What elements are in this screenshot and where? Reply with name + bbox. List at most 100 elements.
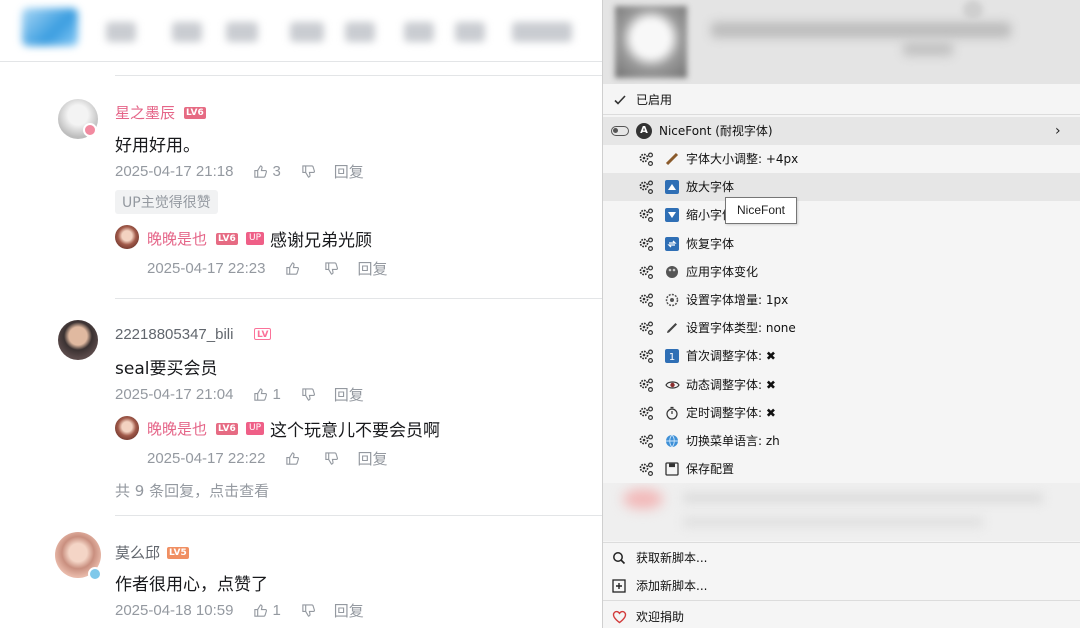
- reply-username[interactable]: 晚晚是也: [147, 418, 207, 439]
- reply-button[interactable]: 回复: [357, 448, 387, 469]
- command-gear-icon: [638, 207, 655, 224]
- avatar[interactable]: [58, 320, 98, 360]
- timer-icon: [664, 405, 680, 421]
- menu-separator: [603, 114, 1080, 115]
- dislike-button[interactable]: [324, 451, 339, 466]
- menu-item[interactable]: 设置字体增量: 1px: [603, 286, 1080, 314]
- menu-item[interactable]: 切换菜单语言: zh: [603, 427, 1080, 455]
- like-button[interactable]: 1: [253, 602, 281, 619]
- nav-item[interactable]: [290, 22, 324, 42]
- get-scripts-item[interactable]: 获取新脚本...: [603, 544, 1080, 572]
- thumb-up-icon: [286, 452, 300, 465]
- search-icon: [612, 551, 626, 568]
- thumb-down-icon: [325, 452, 339, 465]
- toggle-switch-icon[interactable]: [611, 126, 629, 136]
- like-button[interactable]: [285, 261, 300, 276]
- menu-item[interactable]: 恢复字体: [603, 230, 1080, 258]
- reply-meta: 2025-04-17 22:22 回复: [147, 448, 387, 469]
- divider: [115, 298, 602, 299]
- menu-item[interactable]: 1 首次调整字体: ✖: [603, 342, 1080, 370]
- comment-text: seal要买会员: [115, 359, 218, 379]
- thumb-down-icon: [302, 388, 315, 401]
- menu-item[interactable]: 字体大小调整: +4px: [603, 145, 1080, 173]
- like-button[interactable]: 1: [253, 386, 281, 403]
- level-badge: LV: [254, 328, 272, 340]
- menu-item[interactable]: 保存配置: [603, 455, 1080, 483]
- menu-item-label: 设置字体增量: 1px: [686, 293, 789, 307]
- up-arrow-icon: [664, 179, 680, 195]
- comment-text: 好用好用。: [115, 136, 200, 156]
- avatar[interactable]: [115, 416, 139, 440]
- view-more-replies-link[interactable]: 共 9 条回复，点击查看: [115, 480, 269, 501]
- like-button[interactable]: 3: [253, 163, 281, 180]
- nav-item[interactable]: [345, 22, 375, 42]
- reply-time: 2025-04-17 22:22: [147, 450, 266, 467]
- header-subtitle: [903, 42, 953, 56]
- settings-icon: [664, 292, 680, 308]
- menu-item[interactable]: 放大字体: [603, 173, 1080, 202]
- reply-meta: 2025-04-17 22:23 回复: [147, 258, 387, 279]
- comment-username[interactable]: 莫么邱: [115, 542, 160, 563]
- reply-button[interactable]: 回复: [334, 600, 364, 621]
- command-gear-icon: [638, 151, 655, 168]
- comment-username[interactable]: 22218805347_bili: [115, 326, 233, 343]
- menu-item[interactable]: 应用字体变化: [603, 258, 1080, 286]
- dislike-button[interactable]: [301, 603, 316, 618]
- command-gear-icon: [638, 405, 655, 422]
- donate-label: 欢迎捐助: [636, 610, 685, 624]
- reply-button[interactable]: 回复: [334, 384, 364, 405]
- site-logo[interactable]: [22, 8, 78, 46]
- menu-item[interactable]: 定时调整字体: ✖: [603, 399, 1080, 427]
- menu-item[interactable]: 缩小字体: [603, 201, 1080, 229]
- command-gear-icon: [638, 264, 655, 281]
- avatar[interactable]: [115, 225, 139, 249]
- reply-button[interactable]: 回复: [357, 258, 387, 279]
- thumb-down-icon: [302, 604, 315, 617]
- floppy-icon: [664, 461, 680, 477]
- menu-item[interactable]: 设置字体类型: none: [603, 314, 1080, 342]
- comment-meta: 2025-04-17 21:04 1 回复: [115, 384, 364, 405]
- reply-button[interactable]: 回复: [334, 161, 364, 182]
- level-badge: LV6: [184, 107, 206, 119]
- menu-item[interactable]: 动态调整字体: ✖: [603, 371, 1080, 399]
- comment-text: 作者很用心，点赞了: [115, 575, 268, 595]
- nav-item[interactable]: [512, 22, 572, 42]
- verified-badge-icon: [88, 567, 102, 581]
- like-count: 3: [272, 163, 281, 180]
- comment-time: 2025-04-17 21:04: [115, 386, 234, 403]
- enabled-label: 已启用: [636, 93, 673, 107]
- globe-icon: [664, 433, 680, 449]
- nav-item[interactable]: [404, 22, 434, 42]
- reply-username[interactable]: 晚晚是也: [147, 228, 207, 249]
- header-title: [711, 22, 1011, 38]
- comment-meta: 2025-04-18 10:59 1 回复: [115, 600, 364, 621]
- dislike-button[interactable]: [301, 164, 316, 179]
- comment-username[interactable]: 星之墨辰: [115, 102, 175, 123]
- like-button[interactable]: [285, 451, 300, 466]
- nav-item[interactable]: [226, 22, 258, 42]
- script-entry-nicefont[interactable]: A NiceFont (耐视字体) ›: [603, 117, 1080, 145]
- script-name: NiceFont (耐视字体): [659, 124, 773, 138]
- menu-item-label: 定时调整字体: ✖: [686, 405, 776, 420]
- enabled-toggle[interactable]: 已启用: [603, 86, 1080, 114]
- menu-item-label: 保存配置: [686, 462, 735, 477]
- dislike-button[interactable]: [324, 261, 339, 276]
- like-count: 1: [272, 386, 281, 403]
- nav-item[interactable]: [172, 22, 202, 42]
- chevron-right-icon: ›: [1055, 123, 1061, 139]
- userscript-menu: 已启用 A NiceFont (耐视字体) › 字体大小调整: +4px 放大字体…: [602, 0, 1080, 628]
- comment-time: 2025-04-18 10:59: [115, 602, 234, 619]
- level-badge: LV6: [216, 233, 238, 245]
- header-button[interactable]: [963, 0, 983, 20]
- add-square-icon: [612, 579, 626, 596]
- thumb-up-icon: [254, 165, 268, 178]
- nav-item[interactable]: [106, 22, 136, 42]
- divider: [115, 515, 602, 516]
- down-arrow-icon: [664, 207, 680, 223]
- nav-item[interactable]: [455, 22, 485, 42]
- menu-item-label: 动态调整字体: ✖: [686, 377, 776, 392]
- add-script-item[interactable]: 添加新脚本...: [603, 572, 1080, 600]
- dislike-button[interactable]: [301, 387, 316, 402]
- command-gear-icon: [638, 433, 655, 450]
- donate-item[interactable]: 欢迎捐助: [603, 603, 1080, 628]
